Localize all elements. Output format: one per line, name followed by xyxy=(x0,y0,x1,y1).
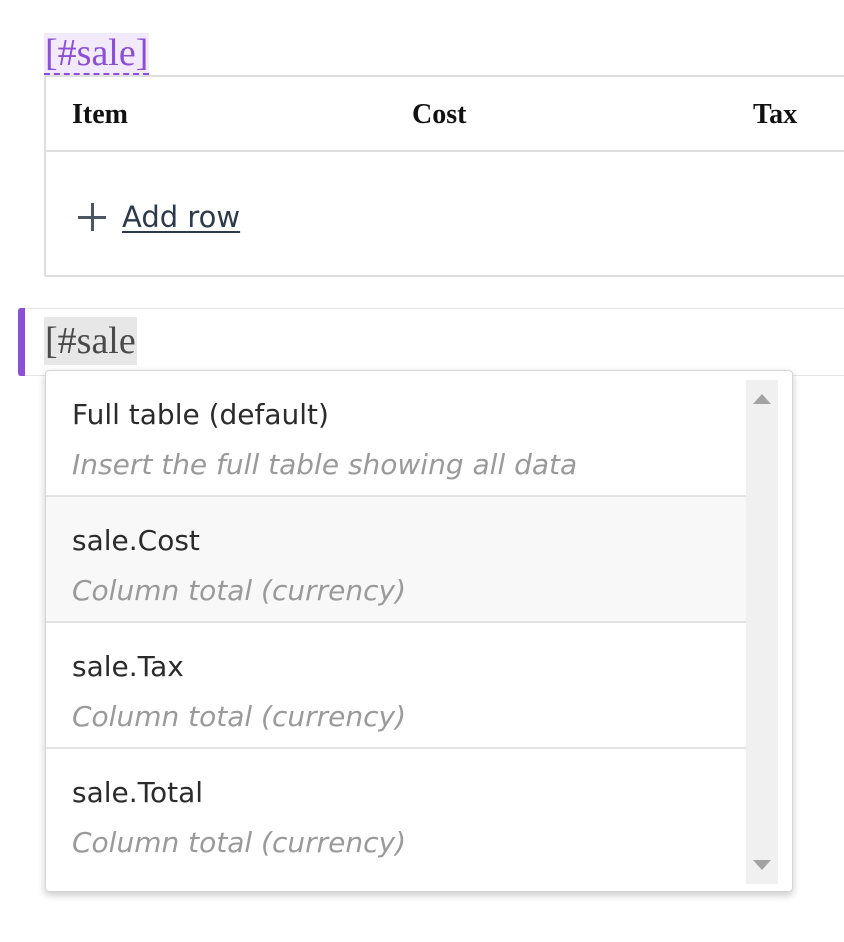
column-header-cost: Cost xyxy=(412,99,467,130)
chevron-up-icon[interactable] xyxy=(746,380,778,416)
option-description: Column total (currency) xyxy=(72,700,407,733)
column-header-item: Item xyxy=(72,99,128,130)
dropdown-option-full-table[interactable]: Full table (default) Insert the full tab… xyxy=(46,371,750,497)
option-title: Full table (default) xyxy=(72,398,329,431)
option-description: Insert the full table showing all data xyxy=(72,448,578,481)
option-title: sale.Tax xyxy=(72,650,184,683)
editor-input-text[interactable]: [#sale xyxy=(44,317,137,365)
table-header-row: Item Cost Tax xyxy=(46,77,844,152)
dropdown-option-sale-cost[interactable]: sale.Cost Column total (currency) xyxy=(46,497,750,623)
plus-icon xyxy=(76,201,108,233)
option-title: sale.Total xyxy=(72,776,204,809)
editor-active-line[interactable]: [#sale xyxy=(18,308,844,376)
add-row-label[interactable]: Add row xyxy=(122,200,240,234)
active-line-accent xyxy=(18,308,25,376)
dropdown-scrollbar[interactable] xyxy=(746,380,778,884)
column-header-tax: Tax xyxy=(753,99,798,130)
option-title: sale.Cost xyxy=(72,524,200,557)
option-description: Column total (currency) xyxy=(72,826,407,859)
add-row-button[interactable]: Add row xyxy=(76,194,240,240)
dropdown-option-sale-tax[interactable]: sale.Tax Column total (currency) xyxy=(46,623,750,749)
chevron-down-icon[interactable] xyxy=(746,848,778,884)
option-description: Column total (currency) xyxy=(72,574,407,607)
dropdown-option-sale-total[interactable]: sale.Total Column total (currency) xyxy=(46,749,750,875)
sale-table: Item Cost Tax Add row xyxy=(44,75,844,277)
table-reference-tag[interactable]: [#sale] xyxy=(44,33,150,75)
autocomplete-dropdown: Full table (default) Insert the full tab… xyxy=(45,370,793,892)
